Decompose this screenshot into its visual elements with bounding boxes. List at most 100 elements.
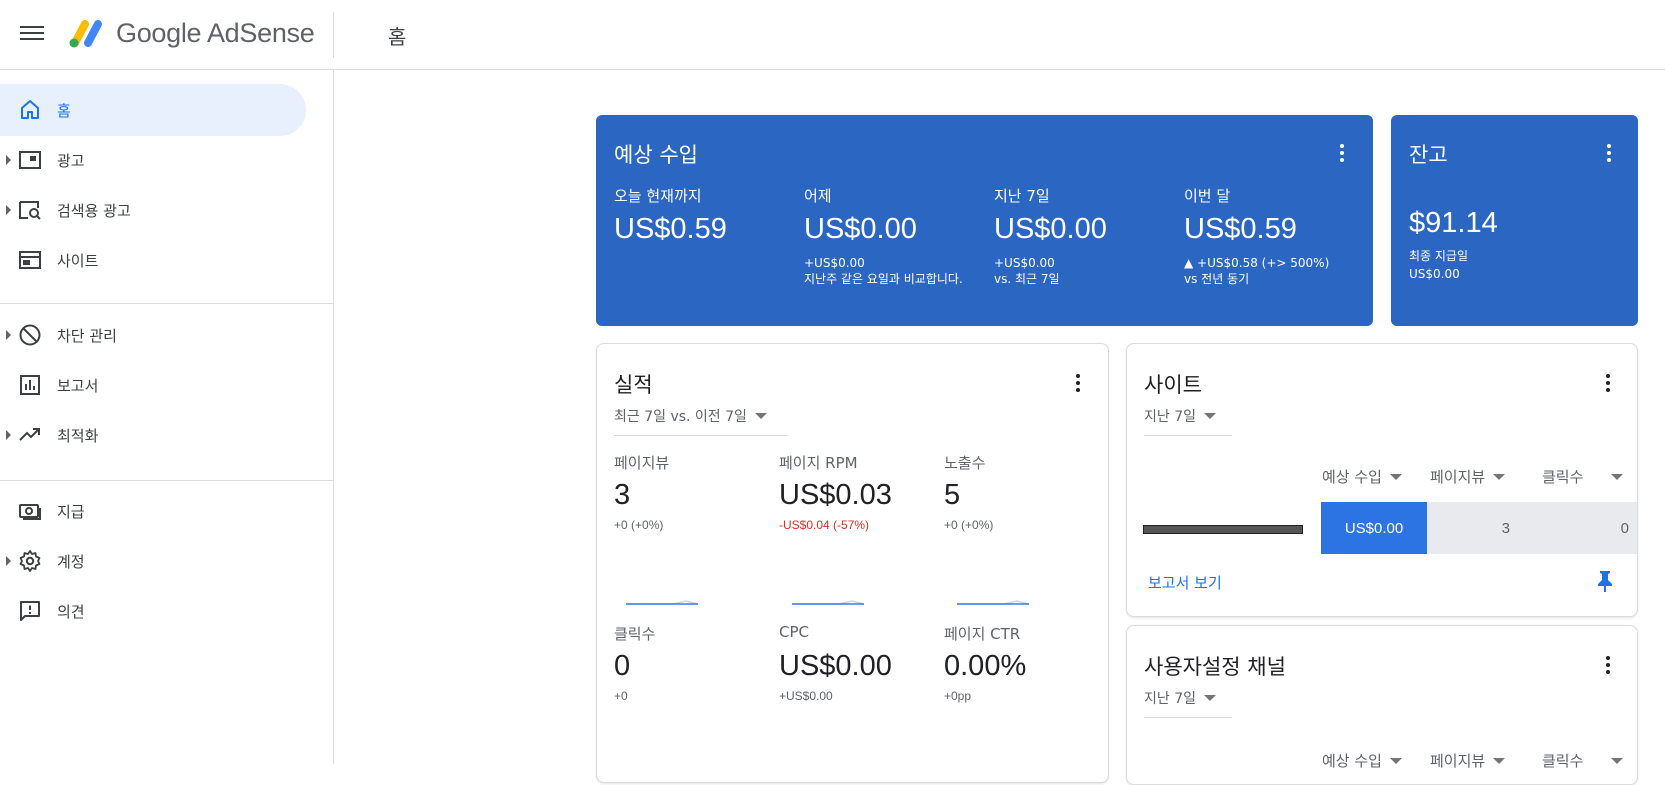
sidebar-item-label: 홈 <box>57 102 71 120</box>
sort-arrow-icon <box>1611 474 1624 480</box>
column-header-earnings[interactable]: 예상 수입 <box>1322 750 1402 771</box>
more-options-icon[interactable] <box>1068 371 1088 395</box>
sort-arrow-icon <box>1493 474 1506 480</box>
expand-caret-icon[interactable] <box>6 556 11 566</box>
adsense-logo <box>69 20 102 48</box>
sites-card: 사이트 지난 7일 예상 수입 페이지뷰 클릭수 US$0.00 3 0 보고서… <box>1126 343 1638 617</box>
sidebar-item-label: 의견 <box>57 603 85 621</box>
dropdown-arrow-icon <box>1204 413 1216 419</box>
metric-label: 노출수 <box>944 454 986 472</box>
sidebar-item-search-ads[interactable]: 검색용 광고 <box>0 184 306 236</box>
column-header-clicks[interactable]: 클릭수 <box>1542 466 1624 487</box>
metric-label: 어제 <box>804 187 832 205</box>
sparkline-pageviews <box>626 600 699 605</box>
column-header-clicks[interactable]: 클릭수 <box>1542 750 1624 771</box>
metric-delta: -US$0.04 (-57%) <box>779 518 870 532</box>
metric-value: US$0.00 <box>994 213 1107 245</box>
sidebar-item-feedback[interactable]: 의견 <box>0 585 306 637</box>
metric-label: 페이지 CTR <box>944 625 1021 643</box>
metric-delta: ▲ +US$0.58 (+> 500%) <box>1184 256 1330 270</box>
feedback-icon <box>20 601 40 621</box>
metric-label: 클릭수 <box>614 625 656 643</box>
last-payment-label: 최종 지급일 <box>1409 249 1469 263</box>
sidebar-item-blocking[interactable]: 차단 관리 <box>0 309 306 361</box>
column-header-label: 예상 수입 <box>1322 752 1382 770</box>
date-range-value: 지난 7일 <box>1144 691 1196 707</box>
column-header-label: 예상 수입 <box>1322 468 1382 486</box>
metric-value: US$0.03 <box>779 479 892 511</box>
card-title: 잔고 <box>1409 143 1448 167</box>
date-range-dropdown[interactable]: 지난 7일 <box>1144 406 1232 436</box>
dropdown-arrow-icon <box>754 413 767 419</box>
card-title: 사용자설정 채널 <box>1144 655 1286 679</box>
metric-delta: +0 (+0%) <box>614 518 664 532</box>
more-options-icon[interactable] <box>1598 371 1618 395</box>
sidebar-item-label: 광고 <box>57 152 85 170</box>
expand-caret-icon[interactable] <box>6 155 11 165</box>
metric-label: 페이지 RPM <box>779 454 858 472</box>
view-report-link[interactable]: 보고서 보기 <box>1148 572 1222 593</box>
expand-caret-icon[interactable] <box>6 330 11 340</box>
site-name-cell <box>1127 502 1321 554</box>
metric-compare-note: vs. 최근 7일 <box>994 272 1060 286</box>
metric-label: 오늘 현재까지 <box>614 187 702 205</box>
metric-value: 0.00% <box>944 650 1027 682</box>
more-options-icon[interactable] <box>1332 141 1352 165</box>
more-options-icon[interactable] <box>1599 141 1619 165</box>
metric-delta: +0 (+0%) <box>944 518 994 532</box>
ads-icon <box>19 151 41 169</box>
column-header-label: 클릭수 <box>1542 468 1584 486</box>
balance-card: 잔고 $91.14 최종 지급일 US$0.00 <box>1391 115 1638 326</box>
date-range-dropdown[interactable]: 지난 7일 <box>1144 688 1232 718</box>
sidebar-item-optimization[interactable]: 최적화 <box>0 409 306 461</box>
table-row[interactable]: US$0.00 3 0 <box>1127 502 1637 554</box>
sidebar-item-sites[interactable]: 사이트 <box>0 234 306 286</box>
sidebar-item-label: 사이트 <box>57 252 99 270</box>
balance-value: $91.14 <box>1409 207 1498 239</box>
sidebar-item-payments[interactable]: 지급 <box>0 485 306 537</box>
more-options-icon[interactable] <box>1598 653 1618 677</box>
sparkline-page-rpm <box>792 600 865 605</box>
metric-value: US$0.00 <box>779 650 892 682</box>
metric-label: 이번 달 <box>1184 187 1231 205</box>
reports-icon <box>20 375 40 395</box>
sidebar-item-home[interactable]: 홈 <box>0 84 306 136</box>
earnings-cell: US$0.00 <box>1321 502 1427 554</box>
sort-arrow-icon <box>1389 758 1402 764</box>
date-range-value: 지난 7일 <box>1144 409 1196 425</box>
metric-delta: +0 <box>614 689 628 703</box>
search-ads-icon <box>19 201 41 220</box>
metric-delta: +0pp <box>944 689 972 703</box>
sidebar-divider <box>0 480 333 481</box>
metric-value: 3 <box>614 479 631 511</box>
divider <box>333 12 334 58</box>
sidebar-item-label: 검색용 광고 <box>57 202 131 220</box>
top-app-bar: Google AdSense 홈 <box>0 0 1665 70</box>
metric-compare-note: vs 전년 동기 <box>1184 272 1250 286</box>
sidebar-item-ads[interactable]: 광고 <box>0 134 306 186</box>
card-title: 사이트 <box>1144 373 1202 397</box>
column-header-pageviews[interactable]: 페이지뷰 <box>1430 466 1506 487</box>
column-header-pageviews[interactable]: 페이지뷰 <box>1430 750 1506 771</box>
pin-icon[interactable] <box>1595 569 1615 593</box>
sidebar-item-label: 지급 <box>57 503 85 521</box>
column-header-earnings[interactable]: 예상 수입 <box>1322 466 1402 487</box>
metric-delta: +US$0.00 <box>804 256 865 270</box>
performance-card: 실적 최근 7일 vs. 이전 7일 페이지뷰 3 +0 (+0%) 페이지 R… <box>596 343 1109 783</box>
metric-value: US$0.59 <box>614 213 727 245</box>
metric-compare-note: 지난주 같은 요일과 비교합니다. <box>804 272 963 286</box>
gear-icon <box>19 550 41 572</box>
payments-icon <box>19 504 41 520</box>
sidebar-item-reports[interactable]: 보고서 <box>0 359 306 411</box>
metric-value: 0 <box>614 650 631 682</box>
metric-delta: +US$0.00 <box>994 256 1055 270</box>
date-range-dropdown[interactable]: 최근 7일 vs. 이전 7일 <box>614 406 788 436</box>
sparkline-impressions <box>957 600 1030 605</box>
card-title: 실적 <box>614 373 653 397</box>
sidebar-divider <box>0 303 333 304</box>
sidebar-item-account[interactable]: 계정 <box>0 535 306 587</box>
expand-caret-icon[interactable] <box>6 430 11 440</box>
sidebar-item-label: 계정 <box>57 553 85 571</box>
expand-caret-icon[interactable] <box>6 205 11 215</box>
menu-icon[interactable] <box>18 22 46 46</box>
